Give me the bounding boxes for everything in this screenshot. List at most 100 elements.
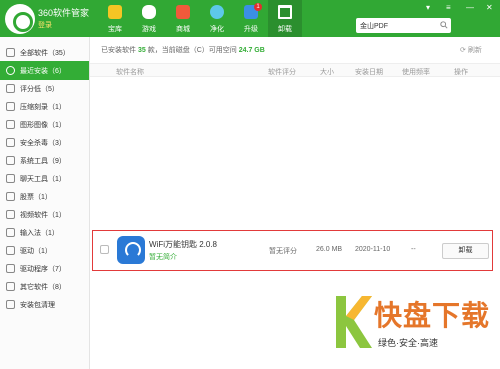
sidebar-item-driver[interactable]: 驱动（1）	[0, 241, 89, 260]
software-manager-window: 360软件管家 登录 宝库 游戏 商城 净化 1 升级 卸载 ▾ ≡ — ✕ 金…	[0, 0, 500, 369]
watermark-title: 快盘下载	[374, 300, 491, 331]
refresh-label: 刷新	[467, 47, 482, 54]
sidebar-item-label: 视频软件（1）	[20, 212, 66, 219]
wifi-app-icon	[117, 236, 145, 264]
close-icon[interactable]: ✕	[486, 3, 493, 12]
compress-icon	[6, 102, 15, 111]
tab-label: 宝库	[108, 26, 122, 33]
app-usage-freq: --	[411, 246, 416, 253]
tab-upgrade[interactable]: 1 升级	[234, 0, 268, 37]
sidebar-item-label: 安全杀毒（3）	[20, 140, 66, 147]
tab-uninstall[interactable]: 卸载	[268, 0, 302, 37]
free-space: 24.7 GB	[238, 47, 265, 54]
refresh-button[interactable]: ⟳ 刷新	[460, 45, 482, 55]
watermark-k-icon	[336, 296, 372, 348]
app-title: 360软件管家	[38, 8, 90, 18]
driver-program-icon	[6, 264, 15, 273]
sidebar-item-all[interactable]: 全部软件（35）	[0, 43, 89, 62]
col-rating: 软件评分	[268, 69, 296, 76]
installed-count: 35	[137, 47, 146, 54]
search-box[interactable]	[356, 18, 451, 33]
sidebar-item-label: 聊天工具（1）	[20, 176, 66, 183]
driver-icon	[6, 246, 15, 255]
sidebar-item-label: 驱动程序（7）	[20, 266, 66, 273]
stock-icon	[6, 192, 15, 201]
tab-games[interactable]: 游戏	[132, 0, 166, 37]
sidebar-item-stock[interactable]: 股票（1）	[0, 187, 89, 206]
shield-icon	[6, 138, 15, 147]
shop-bag-icon	[176, 5, 190, 19]
disk-info: 已安装软件 35 款，当前磁盘（C）可用空间 24.7 GB	[101, 45, 265, 55]
purify-icon	[210, 5, 224, 19]
uninstall-button[interactable]: 卸载	[442, 243, 489, 259]
sidebar-item-security[interactable]: 安全杀毒（3）	[0, 133, 89, 152]
sidebar-item-image[interactable]: 图形图像（1）	[0, 115, 89, 134]
chat-icon	[6, 174, 15, 183]
low-rating-icon	[6, 84, 15, 93]
app-description: 暂无简介	[149, 254, 177, 261]
trash-icon	[278, 5, 292, 19]
login-link[interactable]: 登录	[38, 20, 52, 30]
col-action: 操作	[454, 69, 468, 76]
app-logo-icon	[5, 4, 35, 34]
app-size: 26.0 MB	[316, 246, 343, 253]
app-install-date: 2020-11-10	[355, 246, 391, 253]
sidebar-item-label: 压缩刻录（1）	[20, 104, 66, 111]
image-icon	[6, 120, 15, 129]
tab-shop[interactable]: 商城	[166, 0, 200, 37]
sidebar-item-label: 评分低（5）	[20, 86, 59, 93]
sidebar-item-label: 安装包清理	[20, 302, 55, 309]
sidebar-item-label: 股票（1）	[20, 194, 52, 201]
sidebar-item-video[interactable]: 视频软件（1）	[0, 205, 89, 224]
col-name: 软件名称	[116, 69, 144, 76]
sidebar-item-label: 输入法（1）	[20, 230, 59, 237]
table-header: 软件名称 软件评分 大小 安装日期 使用频率 操作	[90, 63, 500, 77]
sidebar-item-driver-program[interactable]: 驱动程序（7）	[0, 259, 89, 278]
clock-icon	[6, 66, 15, 75]
col-date: 安装日期	[355, 69, 383, 76]
sidebar-item-recent[interactable]: 最近安装（6）	[0, 61, 89, 80]
info-mid: 款，当前磁盘（C）可用空间	[147, 47, 237, 54]
refresh-icon: ⟳	[460, 47, 466, 54]
sidebar-item-label: 其它软件（8）	[20, 284, 66, 291]
tab-purify[interactable]: 净化	[200, 0, 234, 37]
tab-label: 升级	[244, 26, 258, 33]
top-tabs: 宝库 游戏 商城 净化 1 升级 卸载	[98, 0, 302, 37]
sidebar-item-label: 系统工具（9）	[20, 158, 66, 165]
tab-label: 商城	[176, 26, 190, 33]
sidebar-item-package-clean[interactable]: 安装包清理	[0, 295, 89, 314]
minimize-icon[interactable]: —	[466, 3, 474, 12]
sidebar-item-chat[interactable]: 聊天工具（1）	[0, 169, 89, 188]
gamepad-icon	[142, 5, 156, 19]
row-checkbox[interactable]	[100, 245, 109, 254]
sidebar-item-label: 最近安装（6）	[20, 68, 66, 75]
system-tool-icon	[6, 156, 15, 165]
app-rating: 暂无评分	[269, 248, 297, 255]
search-input[interactable]	[360, 20, 436, 31]
col-freq: 使用频率	[402, 69, 430, 76]
skin-icon[interactable]: ▾	[426, 3, 430, 12]
other-software-icon	[6, 282, 15, 291]
video-icon	[6, 210, 15, 219]
upgrade-badge: 1	[254, 3, 262, 11]
sidebar-item-input-method[interactable]: 输入法（1）	[0, 223, 89, 242]
table-row: WiFi万能钥匙 2.0.8 暂无简介 暂无评分 26.0 MB 2020-11…	[92, 230, 493, 271]
sidebar-item-other[interactable]: 其它软件（8）	[0, 277, 89, 296]
sidebar-item-system[interactable]: 系统工具（9）	[0, 151, 89, 170]
sidebar-item-compress[interactable]: 压缩刻录（1）	[0, 97, 89, 116]
sidebar-item-low-rating[interactable]: 评分低（5）	[0, 79, 89, 98]
menu-icon[interactable]: ≡	[446, 3, 451, 12]
search-icon[interactable]	[440, 21, 448, 29]
watermark-subtitle: 绿色·安全·高速	[378, 338, 438, 348]
grid-icon	[6, 48, 15, 57]
sidebar-item-label: 图形图像（1）	[20, 122, 66, 129]
header-bar: 360软件管家 登录 宝库 游戏 商城 净化 1 升级 卸载 ▾ ≡ — ✕ 金…	[0, 0, 500, 37]
sidebar-item-label: 全部软件（35）	[20, 50, 70, 57]
watermark-logo: 快盘下载 绿色·安全·高速	[332, 292, 492, 354]
col-size: 大小	[320, 69, 334, 76]
star-icon	[108, 5, 122, 19]
app-name: WiFi万能钥匙 2.0.8	[149, 240, 218, 249]
info-prefix: 已安装软件	[101, 47, 136, 54]
tab-label: 游戏	[142, 26, 156, 33]
tab-treasury[interactable]: 宝库	[98, 0, 132, 37]
